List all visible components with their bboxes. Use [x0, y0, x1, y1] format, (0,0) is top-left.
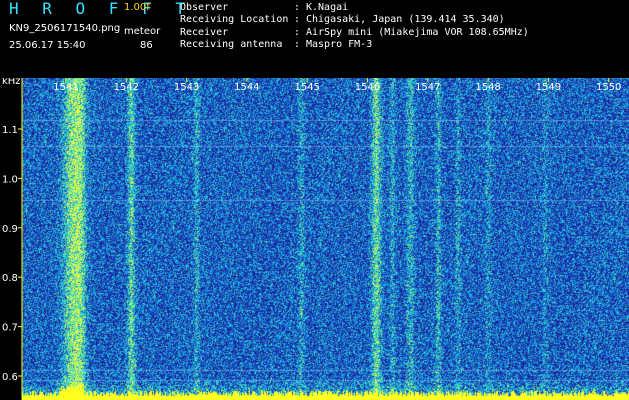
- spectrogram-axes: kHz 1.1 1.0 0.9 0.8 0.7 0.6 1541 1542 1543 1544 154…: [2, 78, 621, 400]
- date-time: 25.06.17 15:40: [9, 40, 86, 51]
- x-tick-label: 1549: [536, 82, 561, 93]
- info-label: Observer: [180, 2, 229, 13]
- x-tick-label: 1546: [355, 82, 380, 93]
- app-title: H R O F F T: [9, 0, 192, 18]
- info-label: Receiving antenna: [180, 38, 283, 50]
- file-name: KN9_2506171540.png: [9, 23, 121, 34]
- x-tick-label: 1544: [234, 82, 259, 93]
- meteor-count: 86: [140, 40, 153, 51]
- info-row-receiver: Receiver: AirSpy mini (Miakejima VOR 108.…: [180, 27, 529, 39]
- x-tick-label: 1547: [415, 82, 440, 93]
- x-tick-label: 1542: [114, 82, 139, 93]
- info-row-observer: Observer: K.Nagai: [180, 2, 529, 14]
- meteor-label: meteor: [124, 26, 161, 37]
- info-separator: :: [294, 2, 301, 13]
- app-version: 1.00f: [124, 2, 150, 13]
- y-tick-label: 0.7: [2, 323, 18, 334]
- x-tick-label: 1541: [53, 82, 78, 93]
- x-tick-label: 1550: [596, 82, 621, 93]
- info-row-antenna: Receiving antenna: Maspro FM-3: [180, 39, 529, 51]
- info-separator: :: [294, 14, 301, 26]
- y-axis-unit-label: kHz: [2, 78, 21, 87]
- info-separator: :: [294, 26, 301, 38]
- info-separator: :: [294, 38, 301, 50]
- info-value: AirSpy mini (Miakejima VOR 108.65MHz): [306, 26, 529, 38]
- info-value: Maspro FM-3: [306, 38, 373, 50]
- y-tick-label: 1.0: [2, 174, 18, 185]
- spectrogram-panel: kHz 1.1 1.0 0.9 0.8 0.7 0.6 1541 1542 1543 1544 154…: [0, 78, 629, 400]
- y-tick-label: 1.1: [2, 125, 18, 136]
- x-tick-label: 1545: [294, 82, 319, 93]
- y-tick-label: 0.9: [2, 224, 18, 235]
- y-tick-label: 0.6: [2, 372, 18, 383]
- info-value: K.Nagai: [306, 2, 349, 13]
- info-row-location: Receiving Location: Chigasaki, Japan (139…: [180, 14, 529, 26]
- y-tick-label: 0.8: [2, 273, 18, 284]
- station-info: Observer: K.Nagai Receiving Location: Chig…: [180, 2, 529, 51]
- x-tick-label: 1548: [475, 82, 500, 93]
- info-value: Chigasaki, Japan (139.414 35.340): [306, 14, 505, 26]
- info-label: Receiving Location: [180, 14, 289, 26]
- x-tick-label: 1543: [174, 82, 199, 93]
- info-label: Receiver: [180, 26, 229, 38]
- hrofft-window: H R O F F T 1.00f KN9_2506171540.png 25.…: [0, 0, 629, 400]
